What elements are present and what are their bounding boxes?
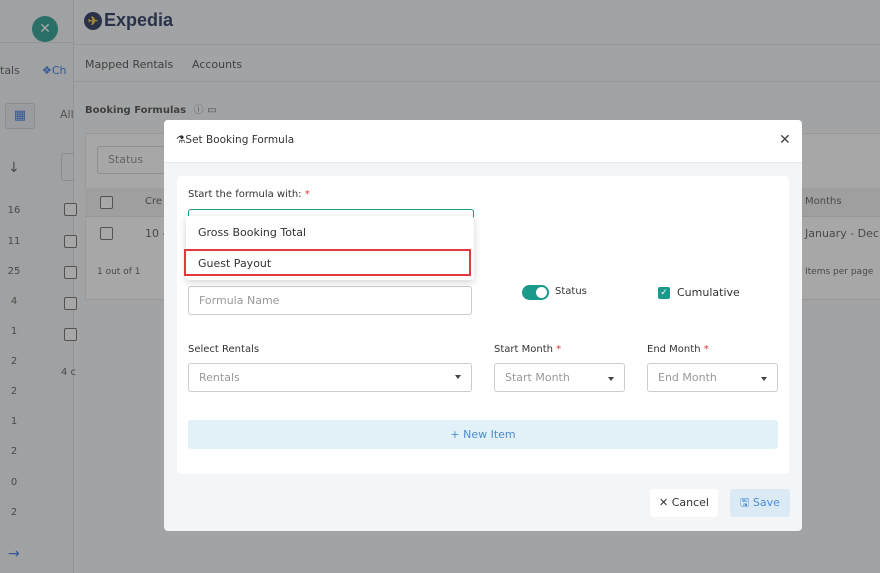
chevron-down-icon <box>455 375 461 379</box>
start-month-label: Start Month * <box>494 344 561 355</box>
start-formula-label-text: Start the formula with: <box>188 189 302 200</box>
rentals-placeholder: Rentals <box>199 371 240 384</box>
status-label: Status <box>555 286 587 297</box>
modal-title-text: Set Booking Formula <box>185 134 295 146</box>
start-month-placeholder: Start Month <box>505 371 570 384</box>
status-toggle[interactable] <box>522 285 549 300</box>
chevron-down-icon <box>761 377 767 381</box>
cancel-button[interactable]: ✕ Cancel <box>650 489 718 517</box>
end-month-select[interactable]: End Month <box>647 363 778 392</box>
rentals-select[interactable]: Rentals <box>188 363 472 392</box>
required-mark: * <box>703 344 709 355</box>
save-icon: 🖫 <box>740 496 750 509</box>
toggle-knob <box>536 287 547 298</box>
new-item-button[interactable]: + New Item <box>188 420 778 449</box>
save-label: Save <box>752 496 780 509</box>
option-guest-payout[interactable]: Guest Payout <box>198 257 271 270</box>
modal-title: ⚗Set Booking Formula <box>176 134 294 146</box>
save-button[interactable]: 🖫 Save <box>730 489 790 517</box>
cumulative-checkbox[interactable]: ✓ <box>658 287 670 299</box>
flask-icon: ⚗ <box>176 134 186 146</box>
end-month-label-text: End Month <box>647 344 701 355</box>
formula-name-input[interactable]: Formula Name <box>188 286 472 315</box>
end-month-placeholder: End Month <box>658 371 717 384</box>
start-month-select[interactable]: Start Month <box>494 363 625 392</box>
start-month-label-text: Start Month <box>494 344 553 355</box>
end-month-label: End Month * <box>647 344 709 355</box>
close-icon: ✕ <box>659 496 669 509</box>
cancel-label: Cancel <box>671 496 709 509</box>
cumulative-label: Cumulative <box>677 286 740 299</box>
required-mark: * <box>304 189 310 200</box>
option-gross-booking-total[interactable]: Gross Booking Total <box>198 226 306 239</box>
start-formula-label: Start the formula with: * <box>188 189 310 200</box>
chevron-down-icon <box>608 377 614 381</box>
close-icon[interactable]: ✕ <box>779 132 791 148</box>
required-mark: * <box>556 344 562 355</box>
select-rentals-label: Select Rentals <box>188 344 260 355</box>
